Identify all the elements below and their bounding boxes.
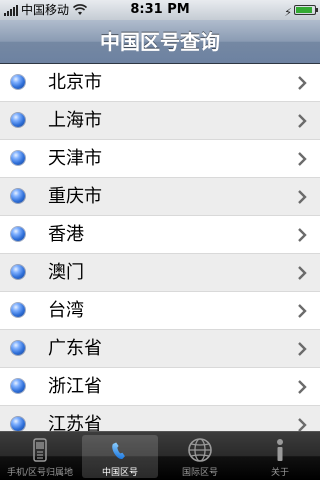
chevron-right-icon	[298, 190, 307, 204]
list-item[interactable]: 台湾	[0, 292, 320, 330]
navigation-bar: 中国区号查询	[0, 20, 320, 64]
globe-bullet-icon	[11, 189, 25, 203]
tab-label: 国际区号	[181, 468, 218, 478]
phone-icon	[33, 438, 47, 462]
list-item-label: 香港	[48, 224, 84, 245]
tab-international-area-code[interactable]: 国际区号	[160, 432, 240, 480]
list-item[interactable]: 澳门	[0, 254, 320, 292]
page-title: 中国区号查询	[100, 30, 220, 54]
tab-bar: 手机/区号归属地 中国区号 国际区号 关于	[0, 431, 320, 480]
globe-bullet-icon	[11, 379, 25, 393]
chevron-right-icon	[298, 342, 307, 356]
chevron-right-icon	[298, 152, 307, 166]
chevron-right-icon	[298, 76, 307, 90]
list-item[interactable]: 香港	[0, 216, 320, 254]
globe-bullet-icon	[11, 75, 25, 89]
list-item-label: 上海市	[48, 110, 102, 131]
tab-phone-lookup[interactable]: 手机/区号归属地	[0, 432, 80, 480]
globe-icon	[188, 438, 212, 462]
globe-bullet-icon	[11, 303, 25, 317]
globe-bullet-icon	[11, 227, 25, 241]
list-item[interactable]: 上海市	[0, 102, 320, 140]
globe-bullet-icon	[11, 113, 25, 127]
list-item[interactable]: 广东省	[0, 330, 320, 368]
tab-about[interactable]: 关于	[240, 432, 320, 480]
list-item[interactable]: 江苏省	[0, 406, 320, 431]
tab-label: 关于	[270, 468, 289, 478]
globe-bullet-icon	[11, 265, 25, 279]
tab-china-area-code[interactable]: 中国区号	[80, 432, 160, 480]
list-item[interactable]: 重庆市	[0, 178, 320, 216]
globe-bullet-icon	[11, 151, 25, 165]
list-item[interactable]: 北京市	[0, 64, 320, 102]
battery-icon	[294, 5, 318, 15]
list-item-label: 广东省	[48, 338, 102, 359]
chevron-right-icon	[298, 418, 307, 431]
tab-label: 中国区号	[101, 468, 138, 478]
chevron-right-icon	[298, 228, 307, 242]
list-item-label: 浙江省	[48, 376, 102, 397]
list-item-label: 台湾	[48, 300, 84, 321]
status-bar: 中国移动 8:31 PM ⚡	[0, 0, 320, 20]
tab-label: 手机/区号归属地	[6, 468, 74, 478]
handset-icon	[112, 442, 125, 460]
region-list[interactable]: 北京市 上海市 天津市 重庆市 香港 澳门 台湾 广东省 浙江省 江苏省	[0, 64, 320, 431]
chevron-right-icon	[298, 304, 307, 318]
list-item-label: 江苏省	[48, 414, 102, 431]
chevron-right-icon	[298, 114, 307, 128]
status-time: 8:31 PM	[130, 2, 190, 17]
list-item[interactable]: 浙江省	[0, 368, 320, 406]
list-item-label: 重庆市	[48, 186, 102, 207]
globe-bullet-icon	[11, 417, 25, 431]
chevron-right-icon	[298, 266, 307, 280]
list-item[interactable]: 天津市	[0, 140, 320, 178]
chevron-right-icon	[298, 380, 307, 394]
list-item-label: 澳门	[48, 262, 84, 283]
list-item-label: 北京市	[48, 72, 102, 93]
list-item-label: 天津市	[48, 148, 102, 169]
globe-bullet-icon	[11, 341, 25, 355]
info-icon	[277, 439, 283, 461]
